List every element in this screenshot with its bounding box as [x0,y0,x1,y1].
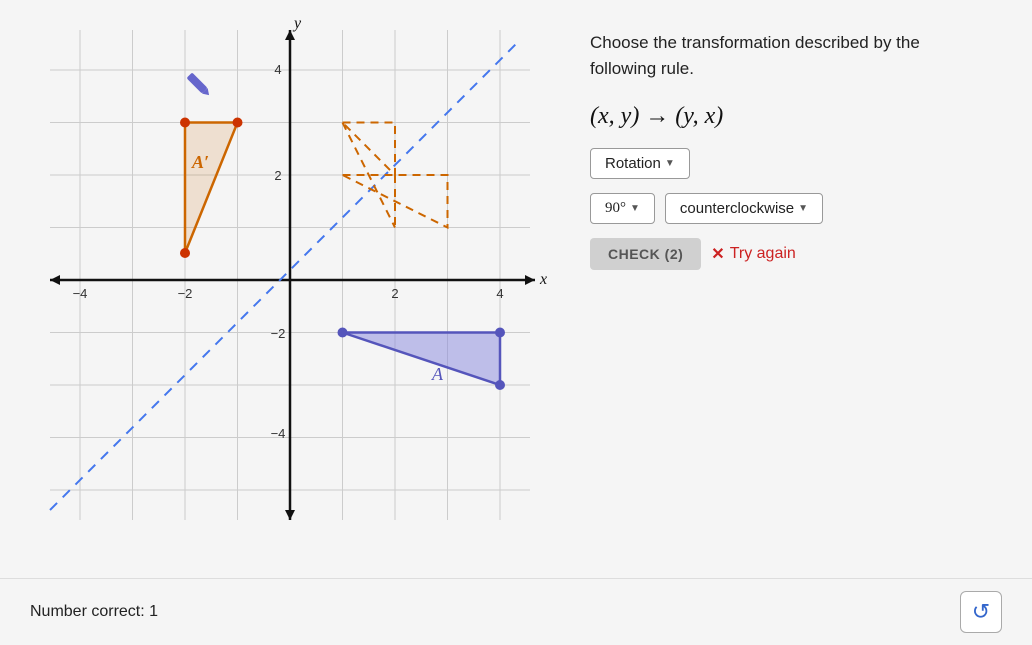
description: Choose the transformation described by t… [590,30,1002,81]
svg-text:−4: −4 [271,426,286,441]
controls: Rotation ▼ 90° ▼ counterclockwise ▼ CHEC… [590,148,1002,270]
svg-text:A′: A′ [191,152,209,172]
check-label: CHECK (2) [608,246,683,262]
main-content: x y −4 −2 2 4 4 2 −2 −4 A′ [0,0,1032,578]
direction-label: counterclockwise [680,200,794,217]
refresh-icon: ↺ [972,599,990,625]
check-button[interactable]: CHECK (2) [590,238,701,270]
rule-display: (x, y) → (y, x) [590,103,1002,130]
try-again-container: ✕ Try again [711,244,796,264]
svg-text:−2: −2 [178,286,193,301]
svg-text:−4: −4 [73,286,88,301]
svg-text:2: 2 [391,286,398,301]
degree-arrow: ▼ [630,203,640,214]
svg-text:2: 2 [274,168,281,183]
transformation-dropdown-wrapper: Rotation ▼ [590,148,1002,179]
check-row: CHECK (2) ✕ Try again [590,238,1002,270]
rule-text: (x, y) → (y, x) [590,103,723,129]
description-line2: following rule. [590,59,694,78]
transformation-label: Rotation [605,155,661,172]
svg-text:−2: −2 [271,326,286,341]
graph-area: x y −4 −2 2 4 4 2 −2 −4 A′ [30,20,550,535]
svg-text:4: 4 [274,62,281,77]
degree-label: 90° [605,200,626,217]
transformation-dropdown[interactable]: Rotation ▼ [590,148,690,179]
transformation-arrow: ▼ [665,158,675,169]
try-again-label: Try again [730,245,796,263]
bottom-bar: Number correct: 1 ↺ [0,578,1032,645]
x-mark-icon: ✕ [711,244,724,264]
svg-text:4: 4 [496,286,503,301]
number-correct: Number correct: 1 [30,603,158,621]
svg-text:y: y [292,20,302,32]
svg-text:A: A [431,364,444,384]
degree-direction-row: 90° ▼ counterclockwise ▼ [590,193,1002,224]
right-panel: Choose the transformation described by t… [590,20,1002,270]
coordinate-graph: x y −4 −2 2 4 4 2 −2 −4 A′ [30,20,550,530]
direction-arrow: ▼ [798,203,808,214]
direction-dropdown[interactable]: counterclockwise ▼ [665,193,823,224]
refresh-button[interactable]: ↺ [960,591,1002,633]
degree-dropdown[interactable]: 90° ▼ [590,193,655,224]
svg-text:x: x [539,271,547,288]
description-line1: Choose the transformation described by t… [590,33,920,52]
